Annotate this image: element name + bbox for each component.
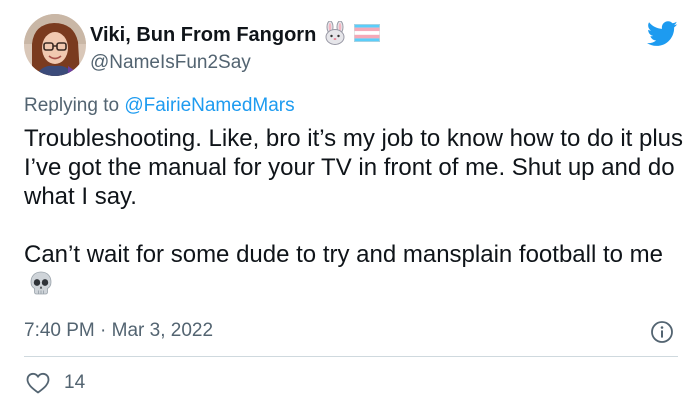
display-name[interactable]: Viki, Bun From Fangorn	[90, 24, 316, 47]
like-count: 14	[64, 372, 86, 393]
tweet-paragraph-1: Troubleshooting. Like, bro it’s my job t…	[24, 125, 684, 210]
transgender-flag-icon	[354, 23, 381, 47]
reply-prefix: Replying to	[24, 95, 120, 116]
like-action[interactable]: 14	[24, 372, 85, 394]
info-icon[interactable]	[650, 320, 674, 344]
tweet-time: 7:40 PM	[24, 320, 95, 341]
user-handle[interactable]: @NameIsFun2Say	[90, 52, 251, 74]
tweet-card: Viki, Bun From Fangorn @NameIsFun2Say Re…	[0, 0, 700, 410]
avatar[interactable]	[24, 14, 86, 76]
tweet-date: Mar 3, 2022	[111, 320, 214, 341]
skull-emoji-icon	[28, 270, 54, 303]
tweet-timestamp[interactable]: 7:40 PM · Mar 3, 2022	[24, 320, 213, 342]
tweet-paragraph-2: Can’t wait for some dude to try and mans…	[24, 240, 684, 303]
reply-mention-link[interactable]: @FairieNamedMars	[124, 95, 294, 116]
divider	[24, 356, 678, 357]
reply-context: Replying to @FairieNamedMars	[24, 95, 295, 117]
rabbit-emoji-icon	[322, 20, 348, 50]
display-name-row: Viki, Bun From Fangorn	[90, 20, 381, 50]
heart-icon[interactable]	[26, 372, 50, 394]
tweet-body: Troubleshooting. Like, bro it’s my job t…	[24, 124, 684, 303]
twitter-bird-icon[interactable]	[646, 21, 678, 47]
tweet-paragraph-2-text: Can’t wait for some dude to try and mans…	[24, 241, 663, 268]
timestamp-separator: ·	[100, 320, 107, 341]
